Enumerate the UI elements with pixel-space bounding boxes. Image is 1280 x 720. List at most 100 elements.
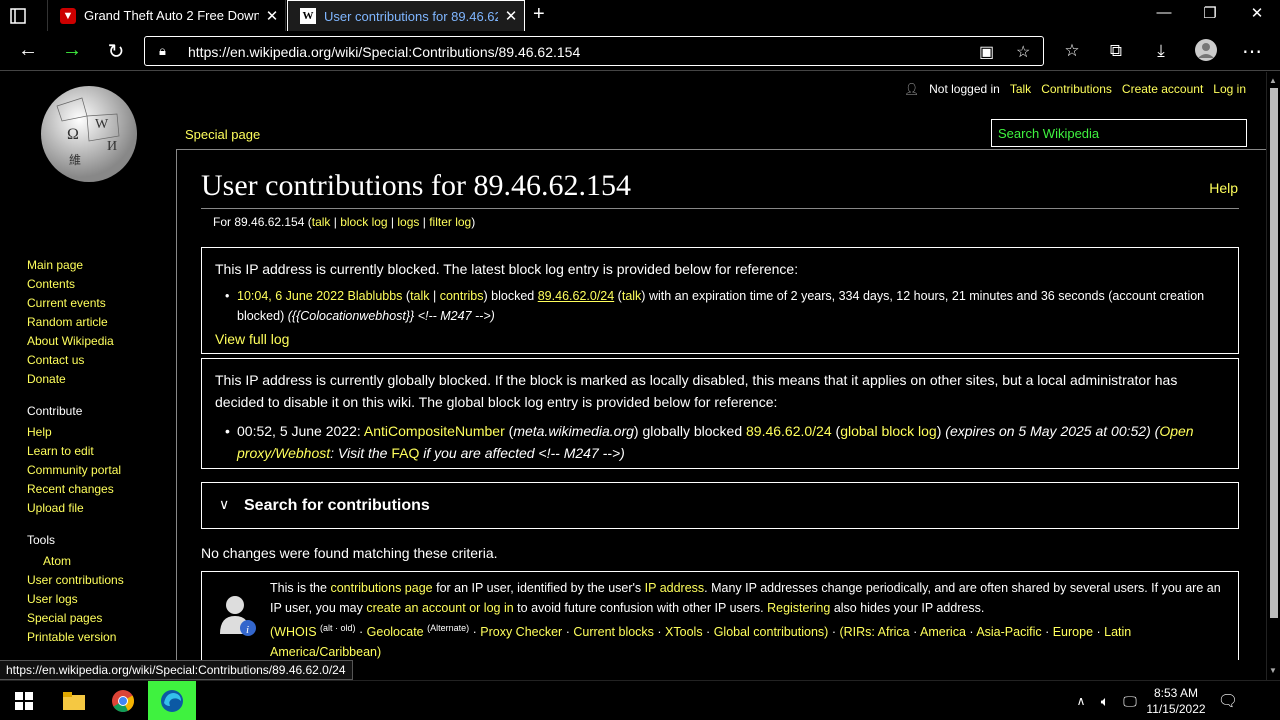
- geolocate-link[interactable]: Geolocate: [367, 625, 424, 639]
- logs-link[interactable]: logs: [397, 215, 419, 229]
- global-block-log-link[interactable]: global block log: [840, 423, 937, 439]
- rirs-link[interactable]: RIRs:: [844, 625, 875, 639]
- sidebar-item-about-wikipedia[interactable]: About Wikipedia: [27, 334, 124, 353]
- blocker-talk-link[interactable]: talk: [410, 289, 429, 303]
- sidebar-item-help[interactable]: Help: [27, 425, 124, 444]
- reason-tail: if you are affected <!-- M247 -->): [423, 445, 625, 461]
- sidebar-item-upload-file[interactable]: Upload file: [27, 501, 124, 520]
- sidebar-item-community-portal[interactable]: Community portal: [27, 463, 124, 482]
- wikipedia-logo[interactable]: Ω W И 維: [37, 86, 141, 186]
- create-account-or-login-link[interactable]: create an account or log in: [366, 601, 513, 615]
- range-talk-link[interactable]: talk: [622, 289, 641, 303]
- faq-link[interactable]: FAQ: [391, 445, 419, 461]
- contributions-page-link[interactable]: contributions page: [330, 581, 432, 595]
- tab-gta2[interactable]: ▼ Grand Theft Auto 2 Free Downlo ✕: [47, 0, 286, 31]
- refresh-icon[interactable]: ↻: [103, 39, 129, 64]
- blocker-contribs-link[interactable]: contribs: [440, 289, 484, 303]
- log-in-link[interactable]: Log in: [1213, 82, 1246, 96]
- vertical-scrollbar[interactable]: ▲ ▼: [1266, 72, 1280, 680]
- info-text: to avoid future confusion with other IP …: [517, 601, 764, 615]
- search-input[interactable]: Search Wikipedia: [991, 119, 1247, 147]
- rir-america-link[interactable]: America: [920, 625, 966, 639]
- forward-icon[interactable]: →: [59, 39, 85, 62]
- subtitle-talk-link[interactable]: talk: [312, 215, 331, 229]
- show-hidden-icons-icon[interactable]: ∧: [1068, 681, 1094, 720]
- sidebar-item-contents[interactable]: Contents: [27, 277, 124, 296]
- proxy-checker-link[interactable]: Proxy Checker: [480, 625, 562, 639]
- range-link[interactable]: 89.46.62.0/24: [538, 289, 614, 303]
- address-bar[interactable]: 🔒︎ https://en.wikipedia.org/wiki/Special…: [144, 36, 1044, 66]
- sidebar-item-special-pages[interactable]: Special pages: [27, 611, 124, 630]
- rir-africa-link[interactable]: Africa: [878, 625, 910, 639]
- sidebar-item-printable-version[interactable]: Printable version: [27, 630, 124, 649]
- wikipedia-favicon-icon: W: [300, 8, 316, 24]
- block-log-link[interactable]: block log: [340, 215, 387, 229]
- sidebar-item-learn-to-edit[interactable]: Learn to edit: [27, 444, 124, 463]
- help-link[interactable]: Help: [1209, 180, 1238, 196]
- view-full-log-link[interactable]: View full log: [215, 328, 1225, 350]
- sidebar-item-user-logs[interactable]: User logs: [27, 592, 124, 611]
- svg-text:И: И: [107, 139, 117, 154]
- notifications-icon[interactable]: 🗨︎: [1208, 681, 1248, 720]
- chrome-icon[interactable]: [99, 681, 147, 720]
- reader-view-icon[interactable]: ▣: [979, 42, 994, 62]
- ip-address-link[interactable]: IP address: [645, 581, 705, 595]
- close-window-icon[interactable]: ✕: [1242, 4, 1272, 22]
- more-menu-icon[interactable]: ⋯: [1239, 39, 1265, 64]
- minimize-icon[interactable]: —: [1149, 4, 1179, 21]
- scroll-up-icon[interactable]: ▲: [1269, 76, 1277, 85]
- tab-actions-icon[interactable]: [8, 6, 40, 26]
- create-account-link[interactable]: Create account: [1122, 82, 1203, 96]
- windows-start-icon[interactable]: [0, 681, 48, 720]
- geolocate-alt-link[interactable]: (Alternate): [427, 623, 469, 633]
- global-range-link[interactable]: 89.46.62.0/24: [746, 423, 832, 439]
- info-text: for an IP user, identified by the user's: [436, 581, 642, 595]
- scroll-down-icon[interactable]: ▼: [1269, 666, 1277, 675]
- close-tab-icon[interactable]: ✕: [259, 7, 285, 25]
- global-blocker-link[interactable]: AntiCompositeNumber: [364, 423, 505, 439]
- back-icon[interactable]: ←: [15, 39, 41, 62]
- timestamp-link[interactable]: 10:04, 6 June 2022: [237, 289, 344, 303]
- global-contributions-link[interactable]: Global contributions: [714, 625, 824, 639]
- sidebar-item-recent-changes[interactable]: Recent changes: [27, 482, 124, 501]
- search-contributions-toggle[interactable]: ∨ Search for contributions: [201, 482, 1239, 529]
- restore-icon[interactable]: ❐: [1195, 4, 1225, 22]
- sidebar-item-random-article[interactable]: Random article: [27, 315, 124, 334]
- chevron-down-icon: ∨: [219, 496, 230, 512]
- system-clock[interactable]: 8:53 AM 11/15/2022: [1146, 685, 1206, 717]
- registering-link[interactable]: Registering: [767, 601, 830, 615]
- xtools-link[interactable]: XTools: [665, 625, 703, 639]
- volume-icon[interactable]: 🔈︎: [1092, 681, 1118, 720]
- sidebar-item-main-page[interactable]: Main page: [27, 258, 124, 277]
- downloads-icon[interactable]: ⤓: [1148, 41, 1174, 61]
- edge-icon[interactable]: [148, 681, 196, 720]
- close-tab-icon[interactable]: ✕: [498, 7, 524, 25]
- favorites-icon[interactable]: ☆: [1059, 41, 1085, 61]
- new-tab-icon[interactable]: +: [533, 3, 545, 26]
- sidebar-item-user-contributions[interactable]: User contributions: [27, 573, 124, 592]
- collections-icon[interactable]: ⧉: [1103, 41, 1129, 61]
- special-page-tab[interactable]: Special page: [185, 127, 260, 142]
- whois-link[interactable]: WHOIS: [274, 625, 316, 639]
- add-favorite-icon[interactable]: ☆: [1016, 42, 1030, 62]
- sidebar-item-current-events[interactable]: Current events: [27, 296, 124, 315]
- rir-asia-pacific-link[interactable]: Asia-Pacific: [976, 625, 1041, 639]
- file-explorer-icon[interactable]: [50, 681, 98, 720]
- contributions-subtitle: For 89.46.62.154 (talk | block log | log…: [213, 215, 476, 229]
- sidebar-item-atom[interactable]: Atom: [43, 554, 124, 573]
- whois-alt-links[interactable]: (alt · old): [320, 623, 356, 633]
- tab-user-contributions[interactable]: W User contributions for 89.46.62.1 ✕: [287, 0, 525, 31]
- network-icon[interactable]: 🖵︎: [1117, 681, 1143, 720]
- scroll-thumb[interactable]: [1270, 88, 1278, 618]
- current-blocks-link[interactable]: Current blocks: [573, 625, 654, 639]
- svg-text:維: 維: [69, 153, 81, 167]
- contributions-link[interactable]: Contributions: [1041, 82, 1112, 96]
- url-text[interactable]: https://en.wikipedia.org/wiki/Special:Co…: [188, 44, 580, 60]
- profile-avatar[interactable]: [1193, 39, 1219, 67]
- filter-log-link[interactable]: filter log: [429, 215, 471, 229]
- blocker-user-link[interactable]: Blablubbs: [348, 289, 403, 303]
- sidebar-item-contact-us[interactable]: Contact us: [27, 353, 124, 372]
- sidebar-item-donate[interactable]: Donate: [27, 372, 124, 391]
- rir-europe-link[interactable]: Europe: [1053, 625, 1093, 639]
- talk-link[interactable]: Talk: [1010, 82, 1031, 96]
